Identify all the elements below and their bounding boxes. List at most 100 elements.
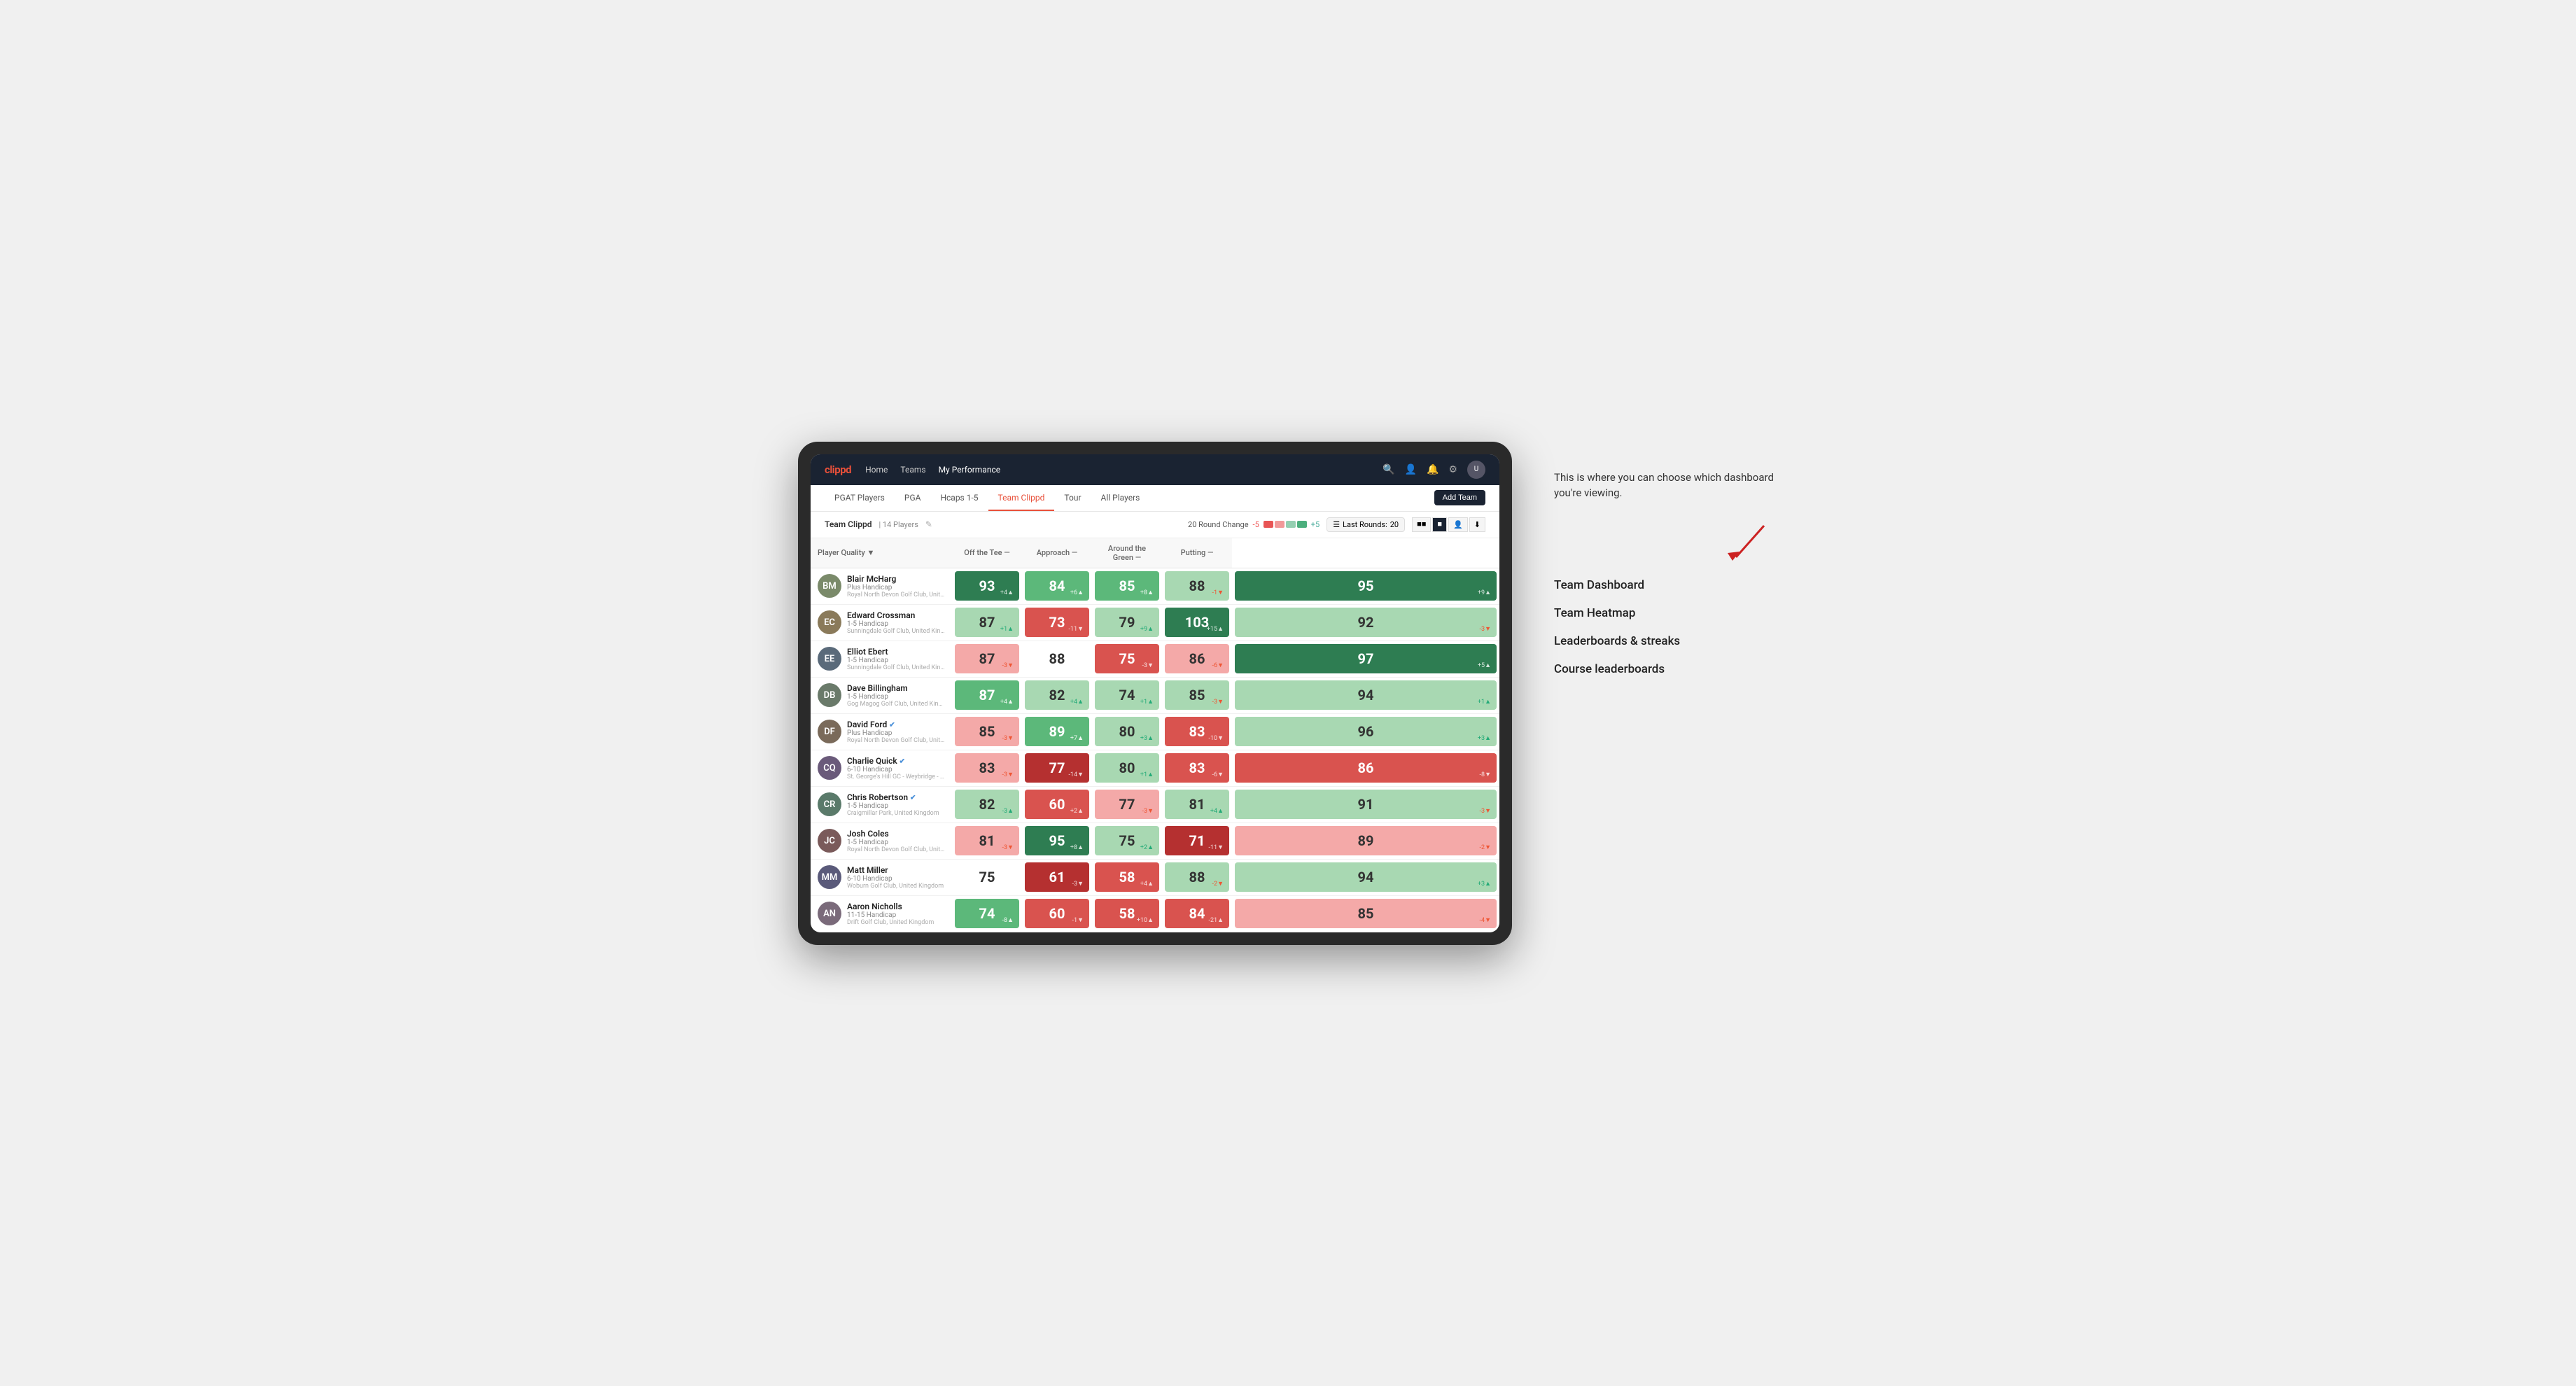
metric-cell: 83 -10▼ <box>1162 713 1232 750</box>
metric-cell: 85 +8▲ <box>1092 568 1162 604</box>
player-cell: EE Elliot Ebert 1-5 Handicap Sunningdale… <box>811 640 952 677</box>
player-cell: DB Dave Billingham 1-5 Handicap Gog Mago… <box>811 677 952 713</box>
annotation-text: This is where you can choose which dashb… <box>1554 470 1778 501</box>
table-row[interactable]: DF David Ford ✔ Plus Handicap Royal Nort… <box>811 713 1499 750</box>
metric-cell: 88 -1▼ <box>1162 568 1232 604</box>
header-approach[interactable]: Approach — <box>1022 538 1092 568</box>
metric-cell: 96 +3▲ <box>1232 713 1499 750</box>
metric-cell: 103 +15▲ <box>1162 604 1232 640</box>
nav-my-performance[interactable]: My Performance <box>939 465 1001 475</box>
metric-cell: 74 +1▲ <box>1092 677 1162 713</box>
metric-cell: 89 -2▼ <box>1232 822 1499 859</box>
tab-pga[interactable]: PGA <box>895 485 931 511</box>
metric-cell: 95 +8▲ <box>1022 822 1092 859</box>
metric-cell: 60 -1▼ <box>1022 895 1092 932</box>
header-player[interactable]: Player Quality ▼ <box>811 538 952 568</box>
header-off-tee[interactable]: Off the Tee — <box>952 538 1022 568</box>
bell-icon[interactable]: 🔔 <box>1427 464 1438 475</box>
bar-green-2 <box>1297 521 1307 528</box>
tablet-screen: clippd Home Teams My Performance 🔍 👤 🔔 ⚙… <box>811 454 1499 932</box>
metric-cell: 91 -3▼ <box>1232 786 1499 822</box>
table-container: Player Quality ▼ Off the Tee — Approach … <box>811 538 1499 932</box>
bar-green-1 <box>1286 521 1296 528</box>
player-cell: AN Aaron Nicholls 11-15 Handicap Drift G… <box>811 895 952 932</box>
person-view-button[interactable]: 👤 <box>1448 517 1468 532</box>
table-row[interactable]: JC Josh Coles 1-5 Handicap Royal North D… <box>811 822 1499 859</box>
download-button[interactable]: ⬇ <box>1469 517 1485 532</box>
header-around-green[interactable]: Around the Green — <box>1092 538 1162 568</box>
nav-teams[interactable]: Teams <box>900 465 925 475</box>
edit-icon[interactable]: ✎ <box>925 519 932 529</box>
metric-cell: 94 +1▲ <box>1232 677 1499 713</box>
player-cell: CQ Charlie Quick ✔ 6-10 Handicap St. Geo… <box>811 750 952 786</box>
tab-pgat[interactable]: PGAT Players <box>825 485 895 511</box>
metric-cell: 83 -3▼ <box>952 750 1022 786</box>
player-cell: JC Josh Coles 1-5 Handicap Royal North D… <box>811 822 952 859</box>
tab-team-clippd[interactable]: Team Clippd <box>988 485 1055 511</box>
bar-red-2 <box>1275 521 1284 528</box>
metric-cell: 80 +3▲ <box>1092 713 1162 750</box>
player-cell: CR Chris Robertson ✔ 1-5 Handicap Craigm… <box>811 786 952 822</box>
sub-nav: PGAT Players PGA Hcaps 1-5 Team Clippd T… <box>811 485 1499 512</box>
metric-cell: 85 -3▼ <box>1162 677 1232 713</box>
metric-cell: 92 -3▼ <box>1232 604 1499 640</box>
last-rounds-button[interactable]: ☰ Last Rounds: 20 <box>1326 517 1405 532</box>
metric-cell: 94 +3▲ <box>1232 859 1499 895</box>
nav-bar: clippd Home Teams My Performance 🔍 👤 🔔 ⚙… <box>811 454 1499 485</box>
table-row[interactable]: CQ Charlie Quick ✔ 6-10 Handicap St. Geo… <box>811 750 1499 786</box>
header-putting[interactable]: Putting — <box>1162 538 1232 568</box>
metric-cell: 80 +1▲ <box>1092 750 1162 786</box>
logo[interactable]: clippd <box>825 463 851 476</box>
table-row[interactable]: MM Matt Miller 6-10 Handicap Woburn Golf… <box>811 859 1499 895</box>
metric-cell: 79 +9▲ <box>1092 604 1162 640</box>
metric-cell: 95 +9▲ <box>1232 568 1499 604</box>
table-row[interactable]: EE Elliot Ebert 1-5 Handicap Sunningdale… <box>811 640 1499 677</box>
metric-cell: 85 -3▼ <box>952 713 1022 750</box>
filter-controls: 20 Round Change -5 +5 ☰ Last Rounds: <box>1188 517 1485 532</box>
option-leaderboards[interactable]: Leaderboards & streaks <box>1554 634 1778 648</box>
tab-hcaps[interactable]: Hcaps 1-5 <box>930 485 988 511</box>
metric-cell: 93 +4▲ <box>952 568 1022 604</box>
metric-cell: 84 +6▲ <box>1022 568 1092 604</box>
metric-cell: 58 +4▲ <box>1092 859 1162 895</box>
nav-home[interactable]: Home <box>865 465 888 475</box>
view-icons: ■■ ■ 👤 ⬇ <box>1412 517 1485 532</box>
metric-cell: 88 -2▼ <box>1162 859 1232 895</box>
team-header: Team Clippd | 14 Players ✎ 20 Round Chan… <box>811 512 1499 538</box>
metric-cell: 86 -8▼ <box>1232 750 1499 786</box>
metric-cell: 71 -11▼ <box>1162 822 1232 859</box>
table-row[interactable]: EC Edward Crossman 1-5 Handicap Sunningd… <box>811 604 1499 640</box>
tab-tour[interactable]: Tour <box>1054 485 1091 511</box>
metric-cell: 58 +10▲ <box>1092 895 1162 932</box>
annotation-panel: This is where you can choose which dashb… <box>1554 442 1778 676</box>
grid-view-button[interactable]: ■■ <box>1412 517 1431 532</box>
metric-cell: 77 -3▼ <box>1092 786 1162 822</box>
metric-cell: 74 -8▲ <box>952 895 1022 932</box>
search-icon[interactable]: 🔍 <box>1382 464 1394 475</box>
settings-icon[interactable]: ⚙ <box>1448 464 1457 475</box>
table-row[interactable]: BM Blair McHarg Plus Handicap Royal Nort… <box>811 568 1499 604</box>
metric-cell: 75 <box>952 859 1022 895</box>
option-team-heatmap[interactable]: Team Heatmap <box>1554 606 1778 620</box>
add-team-button[interactable]: Add Team <box>1434 490 1485 505</box>
option-team-dashboard[interactable]: Team Dashboard <box>1554 578 1778 592</box>
nav-links: Home Teams My Performance <box>865 465 1000 475</box>
metric-cell: 97 +5▲ <box>1232 640 1499 677</box>
table-row[interactable]: AN Aaron Nicholls 11-15 Handicap Drift G… <box>811 895 1499 932</box>
option-course-leaderboards[interactable]: Course leaderboards <box>1554 662 1778 676</box>
metric-cell: 73 -11▼ <box>1022 604 1092 640</box>
tab-all-players[interactable]: All Players <box>1091 485 1150 511</box>
avatar[interactable]: U <box>1467 461 1485 479</box>
metric-cell: 87 +4▲ <box>952 677 1022 713</box>
nav-right: 🔍 👤 🔔 ⚙ U <box>1382 461 1485 479</box>
player-cell: BM Blair McHarg Plus Handicap Royal Nort… <box>811 568 952 604</box>
arrow-icon <box>1722 522 1778 564</box>
table-row[interactable]: DB Dave Billingham 1-5 Handicap Gog Mago… <box>811 677 1499 713</box>
team-count: | 14 Players <box>878 520 918 529</box>
metric-cell: 82 -3▲ <box>952 786 1022 822</box>
metric-cell: 77 -14▼ <box>1022 750 1092 786</box>
table-row[interactable]: CR Chris Robertson ✔ 1-5 Handicap Craigm… <box>811 786 1499 822</box>
person-icon[interactable]: 👤 <box>1405 464 1417 475</box>
list-view-button[interactable]: ■ <box>1432 517 1447 532</box>
bar-red-1 <box>1264 521 1273 528</box>
